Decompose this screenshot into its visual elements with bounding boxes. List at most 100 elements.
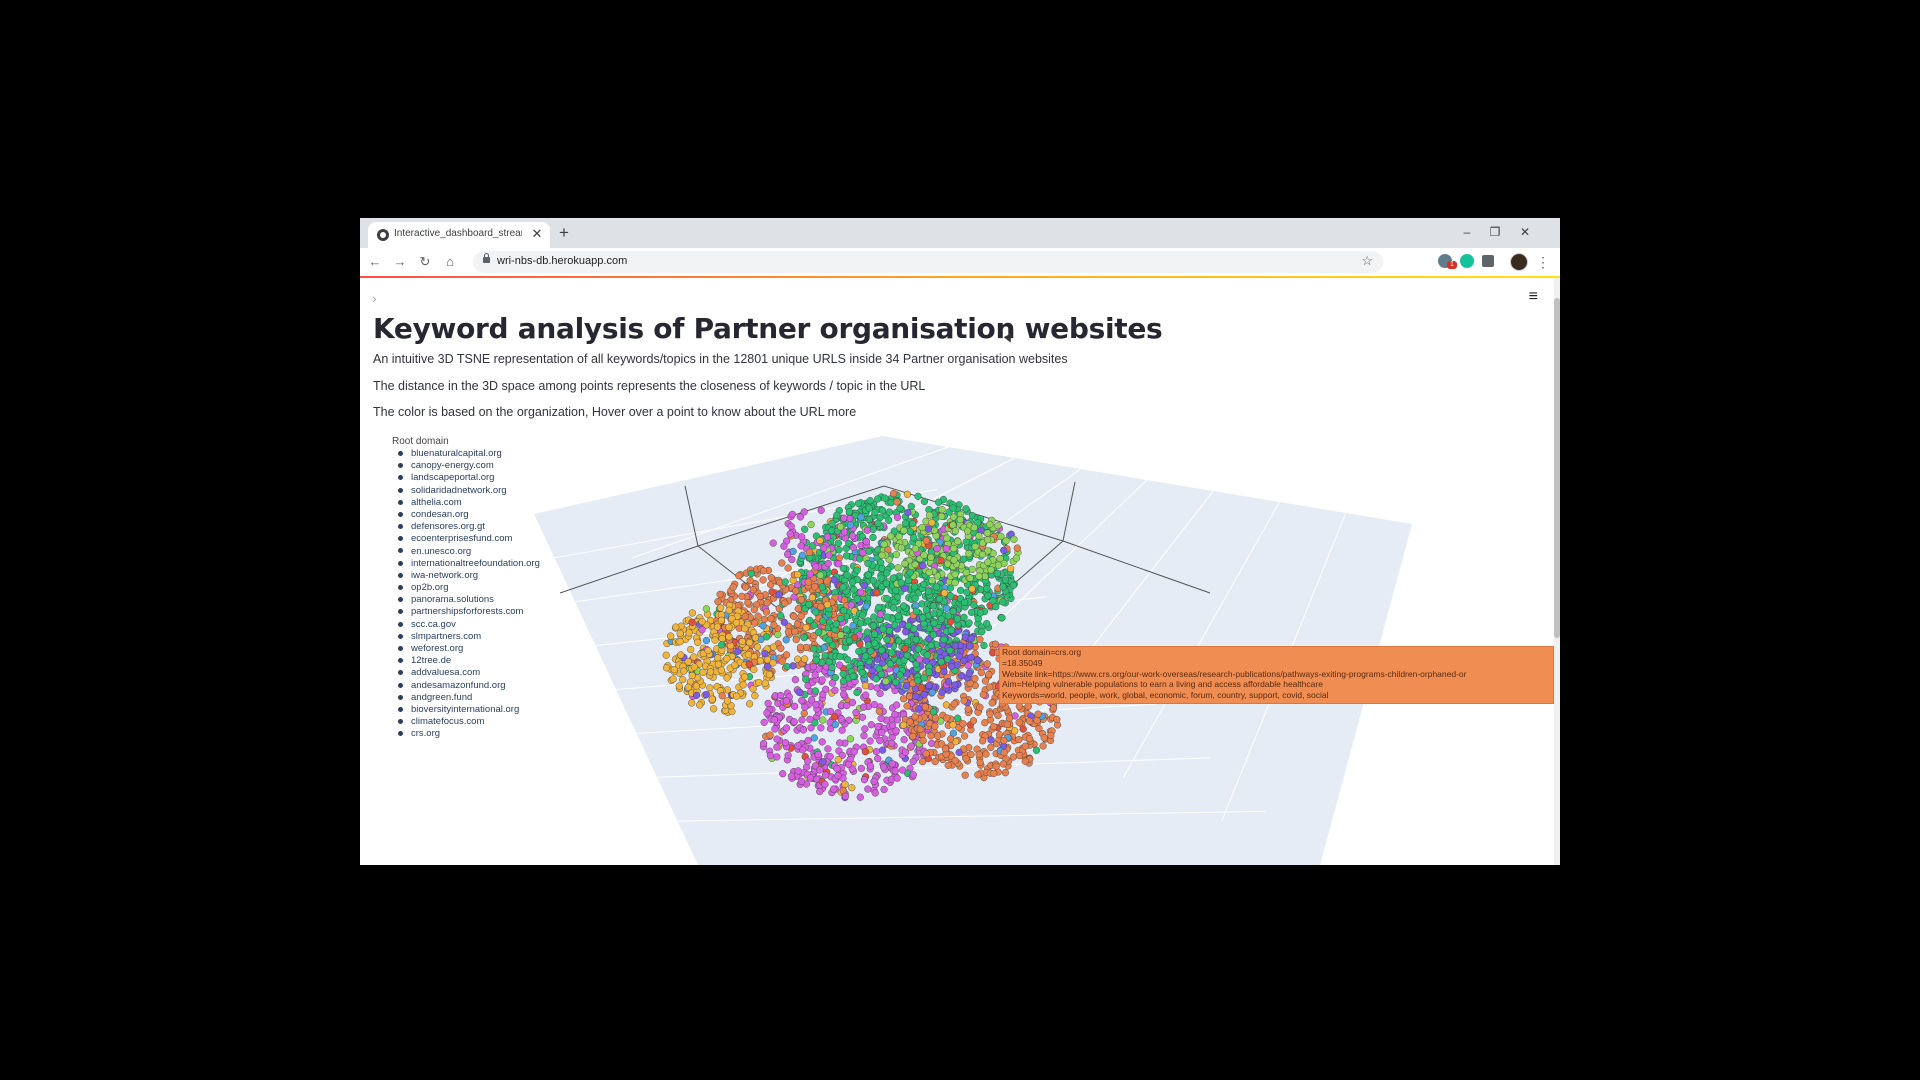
scatter-point[interactable] xyxy=(814,750,822,759)
scatter-point[interactable] xyxy=(910,625,918,633)
scatter-point[interactable] xyxy=(801,655,809,663)
scatter-point[interactable] xyxy=(864,617,872,625)
scatter-point[interactable] xyxy=(753,643,762,651)
scatter-point[interactable] xyxy=(967,750,975,759)
scatter-point[interactable] xyxy=(688,671,696,680)
scatter-point[interactable] xyxy=(943,655,952,663)
scatter-point[interactable] xyxy=(684,683,693,691)
scatter-point[interactable] xyxy=(999,583,1007,591)
scatter-point[interactable] xyxy=(910,583,919,591)
scatter-point[interactable] xyxy=(840,514,848,522)
scatter-point[interactable] xyxy=(907,742,915,750)
scatter-point[interactable] xyxy=(981,572,989,580)
scatter-point[interactable] xyxy=(929,708,938,716)
scatter-point[interactable] xyxy=(741,625,749,633)
scatter-point[interactable] xyxy=(818,583,826,591)
scatter-point[interactable] xyxy=(962,505,970,513)
scatter-point[interactable] xyxy=(989,597,997,605)
scatter-point[interactable] xyxy=(680,667,688,675)
scatter-point[interactable] xyxy=(809,663,818,671)
scatter-point[interactable] xyxy=(846,735,855,743)
scatter-point[interactable] xyxy=(692,682,701,690)
scatter-point[interactable] xyxy=(1015,718,1023,726)
scatter-point[interactable] xyxy=(820,544,828,552)
address-bar[interactable]: wri-nbs-db.herokuapp.com ☆ xyxy=(473,251,1383,273)
scatter-point[interactable] xyxy=(797,777,806,785)
scatter-point[interactable] xyxy=(693,691,701,700)
scatter-point[interactable] xyxy=(810,734,818,742)
scatter-point[interactable] xyxy=(996,555,1004,563)
scatter-point[interactable] xyxy=(876,610,885,618)
scatter-point[interactable] xyxy=(879,763,888,771)
scatter-point[interactable] xyxy=(846,521,855,529)
scatter-point[interactable] xyxy=(930,619,938,627)
scatter-point[interactable] xyxy=(741,673,749,681)
scatter-point[interactable] xyxy=(845,760,853,769)
scatter-point[interactable] xyxy=(834,772,842,780)
scatter-point[interactable] xyxy=(943,534,951,542)
scatter-point[interactable] xyxy=(804,736,812,745)
scatter-point[interactable] xyxy=(688,699,696,707)
scatter-point[interactable] xyxy=(745,660,753,669)
scatter-point[interactable] xyxy=(925,668,933,676)
scatter-point[interactable] xyxy=(853,595,861,603)
scatter-point[interactable] xyxy=(718,692,726,700)
scatter-point[interactable] xyxy=(874,723,882,731)
scatter-point[interactable] xyxy=(672,623,680,631)
scatter-point[interactable] xyxy=(782,651,791,659)
scatter-point[interactable] xyxy=(947,735,955,743)
scatter-point[interactable] xyxy=(929,631,937,639)
scatter-point[interactable] xyxy=(871,639,879,647)
scatter-point[interactable] xyxy=(794,605,802,613)
scatter-point[interactable] xyxy=(901,645,909,653)
scatter-point[interactable] xyxy=(973,656,981,664)
scatter-point[interactable] xyxy=(826,707,835,716)
scatter-point[interactable] xyxy=(960,697,968,705)
scatter-point[interactable] xyxy=(771,725,779,733)
scatter-point[interactable] xyxy=(763,599,771,607)
scatter-point[interactable] xyxy=(806,570,814,578)
scatter-point[interactable] xyxy=(816,766,824,774)
scatter-point[interactable] xyxy=(920,674,928,682)
scatter-point[interactable] xyxy=(784,550,792,559)
scatter-point[interactable] xyxy=(822,685,830,693)
scatter-point[interactable] xyxy=(806,774,815,782)
grammarly-icon[interactable] xyxy=(1460,254,1474,268)
scatter-point[interactable] xyxy=(944,761,952,769)
scatter-point[interactable] xyxy=(861,748,870,756)
scatter-point[interactable] xyxy=(767,574,775,582)
scatter-point[interactable] xyxy=(974,771,982,779)
scatter-point[interactable] xyxy=(702,605,711,613)
scatter-point[interactable] xyxy=(806,715,814,723)
scatter-point[interactable] xyxy=(804,578,812,586)
scatter-point[interactable] xyxy=(793,620,802,628)
scatter-point[interactable] xyxy=(817,724,825,732)
scatter-point[interactable] xyxy=(667,632,675,640)
scatter-point[interactable] xyxy=(802,624,810,632)
scatter-point[interactable] xyxy=(762,608,771,616)
scatter-point[interactable] xyxy=(998,614,1006,622)
scatter-point[interactable] xyxy=(940,667,948,676)
scatter-point[interactable] xyxy=(768,588,776,596)
scatter-point[interactable] xyxy=(857,764,866,773)
scatter-point[interactable] xyxy=(741,583,750,591)
scatter-point[interactable] xyxy=(759,567,768,575)
scatter-point[interactable] xyxy=(869,622,878,630)
scatter-point[interactable] xyxy=(885,508,894,516)
scatter-point[interactable] xyxy=(920,691,928,699)
scatter-point[interactable] xyxy=(776,611,785,620)
scatter-point[interactable] xyxy=(839,583,847,591)
scatter-point[interactable] xyxy=(937,615,946,623)
scatter-point[interactable] xyxy=(982,750,990,758)
scatter-point[interactable] xyxy=(749,586,757,594)
scatter-point[interactable] xyxy=(804,757,812,765)
scatter-point[interactable] xyxy=(942,545,950,553)
scatter-point[interactable] xyxy=(864,785,872,793)
scatter-point[interactable] xyxy=(865,515,873,524)
scatter-point[interactable] xyxy=(792,587,800,595)
scatter-point[interactable] xyxy=(1012,554,1021,562)
scatter-point[interactable] xyxy=(702,691,710,699)
sidebar-toggle-icon[interactable]: › xyxy=(372,290,377,306)
reload-button[interactable]: ↻ xyxy=(415,252,435,272)
scatter-point[interactable] xyxy=(775,591,783,599)
